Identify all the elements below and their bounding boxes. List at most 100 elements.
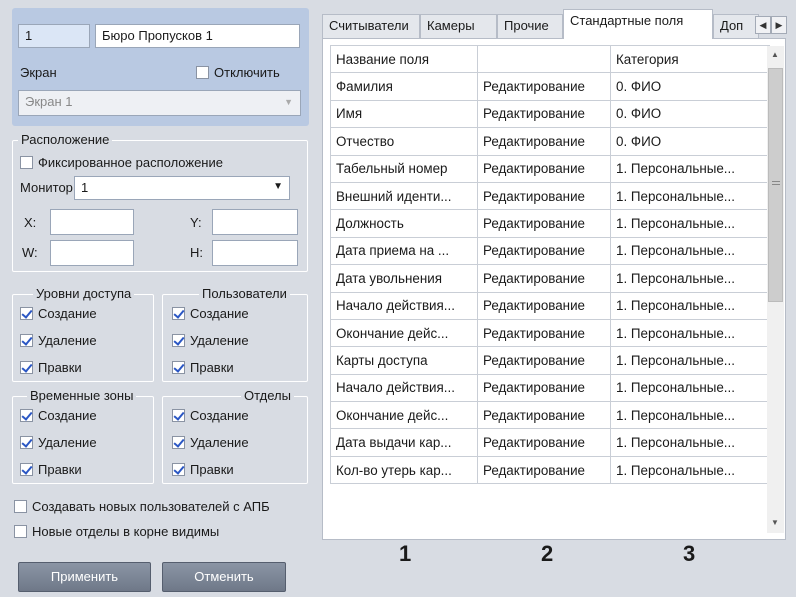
users-edit-checkbox[interactable]: Правки <box>172 360 234 375</box>
table-row[interactable]: Окончание дейс... Редактирование 1. Персон… <box>330 401 770 430</box>
table-row[interactable]: Начало действия... Редактирование 1. Персо… <box>330 291 770 320</box>
tab-cameras[interactable]: Камеры <box>420 14 497 38</box>
tz-create-checkbox[interactable]: Создание <box>20 408 97 423</box>
table-cell[interactable]: Дата увольнения <box>330 264 478 293</box>
table-cell[interactable]: 1. Персональные... <box>610 401 770 430</box>
table-cell[interactable]: Редактирование <box>477 455 611 485</box>
table-row[interactable]: Дата увольнения Редактирование 1. Персонал… <box>330 264 770 293</box>
table-row[interactable]: Дата приема на ... Редактирование 1. Персо… <box>330 236 770 266</box>
tab-other[interactable]: Прочие <box>497 14 563 38</box>
table-cell[interactable]: 1. Персональные... <box>610 318 770 348</box>
tz-edit-checkbox[interactable]: Правки <box>20 462 82 477</box>
table-row[interactable]: Карты доступа Редактирование 1. Персональн… <box>330 346 770 375</box>
table-cell[interactable]: Редактирование <box>477 401 611 430</box>
table-cell[interactable]: 1. Персональные... <box>610 236 770 266</box>
table-cell[interactable]: Редактирование <box>477 373 611 403</box>
table-cell[interactable]: Начало действия... <box>330 291 478 320</box>
table-cell[interactable]: 1. Персональные... <box>610 181 770 211</box>
table-cell[interactable]: 1. Персональные... <box>610 428 770 457</box>
create-users-apb-checkbox[interactable]: Создавать новых пользователей с АПБ <box>14 499 270 514</box>
table-header-row[interactable]: Название поля Категория <box>330 44 770 74</box>
table-cell[interactable]: Редактирование <box>477 127 611 156</box>
cancel-button[interactable]: Отменить <box>162 562 286 592</box>
table-cell[interactable] <box>477 44 611 74</box>
vertical-scrollbar[interactable]: ▲ ▼ <box>767 46 784 533</box>
table-cell[interactable]: 1. Персональные... <box>610 291 770 320</box>
table-cell[interactable]: 1. Персональные... <box>610 264 770 293</box>
table-cell[interactable]: 1. Персональные... <box>610 373 770 403</box>
table-row[interactable]: Имя Редактирование 0. ФИО <box>330 99 770 129</box>
id-field[interactable]: 1 <box>18 24 90 48</box>
table-cell[interactable]: Окончание дейс... <box>330 401 478 430</box>
table-cell[interactable]: Табельный номер <box>330 154 478 183</box>
table-cell[interactable]: Внешний иденти... <box>330 181 478 211</box>
table-cell[interactable]: Редактирование <box>477 99 611 129</box>
scroll-thumb[interactable] <box>768 68 783 302</box>
dept-delete-checkbox[interactable]: Удаление <box>172 435 249 450</box>
access-edit-checkbox[interactable]: Правки <box>20 360 82 375</box>
tab-additional[interactable]: Доп <box>713 14 759 38</box>
table-cell[interactable]: Редактирование <box>477 154 611 183</box>
screen-select[interactable]: Экран 1 ▼ <box>18 90 301 116</box>
table-cell[interactable]: Имя <box>330 99 478 129</box>
table-cell[interactable]: 0. ФИО <box>610 99 770 129</box>
table-cell[interactable]: Должность <box>330 209 478 238</box>
table-cell[interactable]: Дата приема на ... <box>330 236 478 266</box>
table-cell[interactable]: Кол-во утерь кар... <box>330 455 478 485</box>
table-cell[interactable]: Фамилия <box>330 72 478 101</box>
table-cell[interactable]: 1. Персональные... <box>610 154 770 183</box>
tab-standard-fields[interactable]: Стандартные поля <box>563 9 713 39</box>
x-field[interactable] <box>50 209 134 235</box>
y-field[interactable] <box>212 209 298 235</box>
table-cell[interactable]: Редактирование <box>477 72 611 101</box>
table-row[interactable]: Отчество Редактирование 0. ФИО <box>330 127 770 156</box>
access-delete-checkbox[interactable]: Удаление <box>20 333 97 348</box>
table-row[interactable]: Фамилия Редактирование 0. ФИО <box>330 72 770 101</box>
users-create-checkbox[interactable]: Создание <box>172 306 249 321</box>
table-cell[interactable]: Редактирование <box>477 236 611 266</box>
table-row[interactable]: Начало действия... Редактирование 1. Персо… <box>330 373 770 403</box>
tab-scroll-left-button[interactable]: ◀ <box>755 16 771 34</box>
table-row[interactable]: Кол-во утерь кар... Редактирование 1. Перс… <box>330 455 770 485</box>
disable-checkbox[interactable]: Отключить <box>196 65 280 80</box>
tab-readers[interactable]: Считыватели <box>322 14 420 38</box>
tab-scroll-right-button[interactable]: ▶ <box>771 16 787 34</box>
table-cell[interactable]: 0. ФИО <box>610 72 770 101</box>
table-cell[interactable]: Редактирование <box>477 209 611 238</box>
access-create-checkbox[interactable]: Создание <box>20 306 97 321</box>
apply-button[interactable]: Применить <box>18 562 151 592</box>
dept-edit-checkbox[interactable]: Правки <box>172 462 234 477</box>
scroll-up-icon[interactable]: ▲ <box>771 50 779 59</box>
table-cell[interactable]: Редактирование <box>477 318 611 348</box>
table-cell[interactable]: Редактирование <box>477 291 611 320</box>
fixed-location-checkbox[interactable]: Фиксированное расположение <box>20 155 223 170</box>
table-cell[interactable]: Начало действия... <box>330 373 478 403</box>
table-cell[interactable]: Название поля <box>330 44 478 74</box>
w-field[interactable] <box>50 240 134 266</box>
table-cell[interactable]: Редактирование <box>477 264 611 293</box>
table-cell[interactable]: Отчество <box>330 127 478 156</box>
dept-create-checkbox[interactable]: Создание <box>172 408 249 423</box>
table-cell[interactable]: Дата выдачи кар... <box>330 428 478 457</box>
table-cell[interactable]: Редактирование <box>477 181 611 211</box>
table-row[interactable]: Окончание дейс... Редактирование 1. Персон… <box>330 318 770 348</box>
table-cell[interactable]: Карты доступа <box>330 346 478 375</box>
table-cell[interactable]: 1. Персональные... <box>610 455 770 485</box>
table-row[interactable]: Дата выдачи кар... Редактирование 1. Персо… <box>330 428 770 457</box>
table-cell[interactable]: Окончание дейс... <box>330 318 478 348</box>
table-cell[interactable]: Категория <box>610 44 770 74</box>
h-field[interactable] <box>212 240 298 266</box>
table-cell[interactable]: 1. Персональные... <box>610 209 770 238</box>
table-row[interactable]: Табельный номер Редактирование 1. Персонал… <box>330 154 770 183</box>
table-cell[interactable]: 0. ФИО <box>610 127 770 156</box>
table-cell[interactable]: 1. Персональные... <box>610 346 770 375</box>
scroll-down-icon[interactable]: ▼ <box>771 518 779 527</box>
name-field[interactable]: Бюро Пропусков 1 <box>95 24 300 48</box>
monitor-select[interactable]: 1 ▼ <box>74 176 290 200</box>
table-row[interactable]: Должность Редактирование 1. Персональные..… <box>330 209 770 238</box>
tz-delete-checkbox[interactable]: Удаление <box>20 435 97 450</box>
table-row[interactable]: Внешний иденти... Редактирование 1. Персон… <box>330 181 770 211</box>
table-cell[interactable]: Редактирование <box>477 428 611 457</box>
new-departments-root-checkbox[interactable]: Новые отделы в корне видимы <box>14 524 219 539</box>
users-delete-checkbox[interactable]: Удаление <box>172 333 249 348</box>
